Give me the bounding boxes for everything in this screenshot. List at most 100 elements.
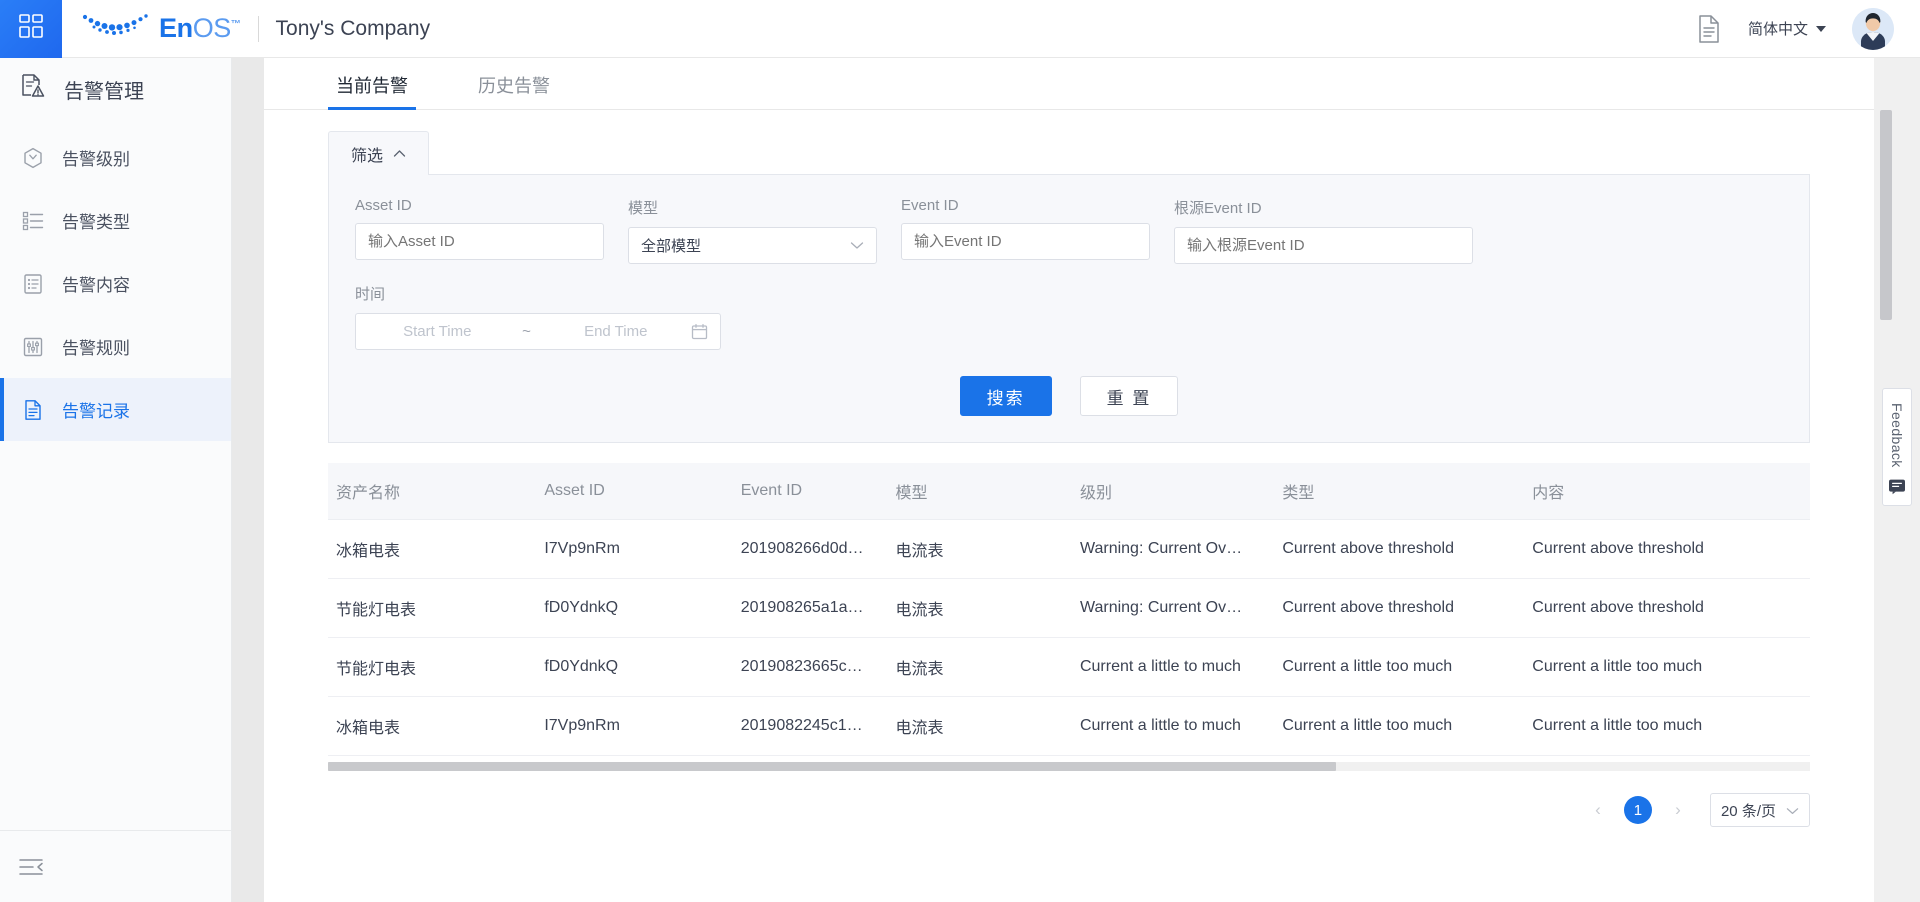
model-select-value: 全部模型 [641, 238, 702, 255]
sidebar-footer [0, 830, 231, 902]
page-tabs: 当前告警 历史告警 [264, 58, 1874, 110]
avatar[interactable] [1852, 7, 1894, 50]
model-select[interactable]: 全部模型 [628, 227, 877, 264]
table-horizontal-scrollbar[interactable] [328, 762, 1810, 771]
scrollbar-thumb[interactable] [328, 762, 1336, 771]
clipboard-content-icon [22, 273, 44, 295]
sidebar-item-label: 告警类型 [62, 213, 130, 232]
cell-content: Current above threshold [1524, 519, 1810, 579]
cell-type: Current a little too much [1274, 696, 1525, 756]
cell-event-id: 201908265a1a… [732, 578, 888, 638]
sidebar-item-label: 告警记录 [62, 402, 130, 421]
table-row[interactable]: 冰箱电表 I7Vp9nRm 201908266d0d… 电流表 Warning:… [328, 519, 1810, 579]
tab-label: 当前告警 [336, 76, 408, 96]
feedback-label: Feedback [1889, 403, 1905, 468]
sidebar-item-alert-rule[interactable]: 告警规则 [0, 315, 231, 378]
pagination-next-button[interactable]: › [1664, 796, 1692, 824]
sidebar: 告警管理 告警级别 告警类型 告警内容 告警规则 告警记录 [0, 58, 232, 902]
column-header-content[interactable]: 内容 [1524, 463, 1810, 520]
tab-history-alerts[interactable]: 历史告警 [470, 72, 558, 109]
table-row[interactable]: 节能灯电表 fD0YdnkQ 201908265a1a… 电流表 Warning… [328, 578, 1810, 638]
content-card: 当前告警 历史告警 筛选 Asset ID 输入Asset ID 模型 全部模型… [264, 58, 1874, 902]
feedback-tab[interactable]: Feedback [1882, 388, 1912, 506]
search-button[interactable]: 搜索 [959, 376, 1052, 416]
column-header-asset-name[interactable]: 资产名称 [328, 463, 537, 520]
cell-content: Current above threshold [1524, 578, 1810, 638]
event-id-input[interactable] [901, 223, 1150, 260]
reset-button[interactable]: 重 置 [1079, 376, 1179, 416]
sidebar-item-alert-type[interactable]: 告警类型 [0, 189, 231, 252]
filter-field-event-id: Event ID [901, 197, 1150, 264]
cell-asset-id: I7Vp9nRm [536, 519, 733, 579]
sidebar-item-alert-record[interactable]: 告警记录 [0, 378, 231, 441]
pagination-page-1[interactable]: 1 [1623, 796, 1652, 824]
filter-section: 筛选 Asset ID 输入Asset ID 模型 全部模型 Event ID … [264, 110, 1874, 443]
chevron-up-icon [393, 145, 406, 163]
field-label: 时间 [355, 286, 386, 303]
chevron-down-icon [1786, 802, 1799, 819]
pagination-prev-button[interactable]: ‹ [1584, 796, 1612, 824]
table-row[interactable]: 冰箱电表 I7Vp9nRm 2019082245c1… 电流表 Current … [328, 696, 1810, 756]
field-label: 根源Event ID [1174, 200, 1262, 217]
cell-content: Current a little too much [1524, 637, 1810, 697]
cell-model: 电流表 [887, 696, 1072, 756]
column-header-level[interactable]: 级别 [1071, 463, 1275, 520]
enos-os: OS [192, 13, 232, 43]
cell-level: Current a little to much [1071, 637, 1275, 697]
list-type-icon [22, 210, 44, 232]
header-actions: 简体中文 [1696, 7, 1920, 50]
table-section: 资产名称 Asset ID Event ID 模型 级别 类型 内容 冰箱电表 … [264, 443, 1874, 756]
column-header-type[interactable]: 类型 [1274, 463, 1525, 520]
column-header-asset-id[interactable]: Asset ID [536, 463, 733, 520]
sidebar-title[interactable]: 告警管理 [0, 58, 231, 120]
column-header-event-id[interactable]: Event ID [732, 463, 888, 520]
language-label: 简体中文 [1747, 21, 1808, 38]
tab-current-alerts[interactable]: 当前告警 [328, 72, 416, 110]
table-row[interactable]: 节能灯电表 fD0YdnkQ 20190823665c… 电流表 Current… [328, 637, 1810, 697]
time-range-picker[interactable]: Start Time ~ End Time [355, 313, 721, 350]
page-size-select[interactable]: 20 条/页 [1709, 793, 1810, 827]
filter-field-row-1: Asset ID 模型 全部模型 [355, 197, 1783, 264]
sidebar-item-label: 告警级别 [62, 150, 130, 169]
cell-model: 电流表 [887, 578, 1072, 638]
column-header-model[interactable]: 模型 [887, 463, 1072, 520]
cell-asset-id: fD0YdnkQ [536, 637, 733, 697]
cell-level: Warning: Current Ov… [1071, 519, 1275, 579]
table-header-row: 资产名称 Asset ID Event ID 模型 级别 类型 内容 [328, 463, 1810, 520]
main-area: 当前告警 历史告警 筛选 Asset ID 输入Asset ID 模型 全部模型… [232, 58, 1920, 902]
field-label: Asset ID [355, 197, 412, 214]
brand-divider [257, 15, 259, 42]
cell-type: Current above threshold [1274, 519, 1525, 579]
filter-field-time: 时间 Start Time ~ End Time [355, 283, 1783, 350]
range-separator: ~ [522, 323, 531, 340]
start-time-input[interactable]: Start Time [368, 323, 507, 340]
root-event-id-input[interactable] [1174, 227, 1473, 264]
document-icon[interactable] [1696, 14, 1722, 44]
language-selector[interactable]: 简体中文 [1748, 18, 1826, 39]
enos-en: En [159, 13, 193, 43]
cell-content: Current a little too much [1524, 696, 1810, 756]
sidebar-item-alert-level[interactable]: 告警级别 [0, 126, 231, 189]
page-scrollbar-thumb[interactable] [1880, 110, 1892, 320]
cell-asset-id: fD0YdnkQ [536, 578, 733, 638]
file-record-icon [22, 399, 44, 421]
field-label: 模型 [628, 200, 659, 217]
asset-id-input[interactable] [355, 223, 604, 260]
filter-toggle-tab[interactable]: 筛选 [328, 131, 430, 175]
collapse-sidebar-icon[interactable] [18, 856, 44, 878]
sidebar-item-label: 告警内容 [62, 276, 130, 295]
sidebar-title-label: 告警管理 [64, 80, 144, 103]
cell-asset-name: 节能灯电表 [328, 578, 537, 638]
field-label: Event ID [901, 197, 959, 214]
left-gutter [232, 58, 264, 902]
end-time-input[interactable]: End Time [547, 323, 686, 340]
filter-tab-label: 筛选 [351, 148, 384, 165]
cell-type: Current a little too much [1274, 637, 1525, 697]
sliders-rule-icon [22, 336, 44, 358]
hexagon-level-icon [22, 147, 44, 169]
cell-level: Warning: Current Ov… [1071, 578, 1275, 638]
sidebar-item-alert-content[interactable]: 告警内容 [0, 252, 231, 315]
app-launcher-button[interactable] [0, 0, 62, 58]
enos-logo[interactable]: EnOS™ [80, 11, 241, 46]
right-rail: Feedback [1874, 58, 1920, 902]
